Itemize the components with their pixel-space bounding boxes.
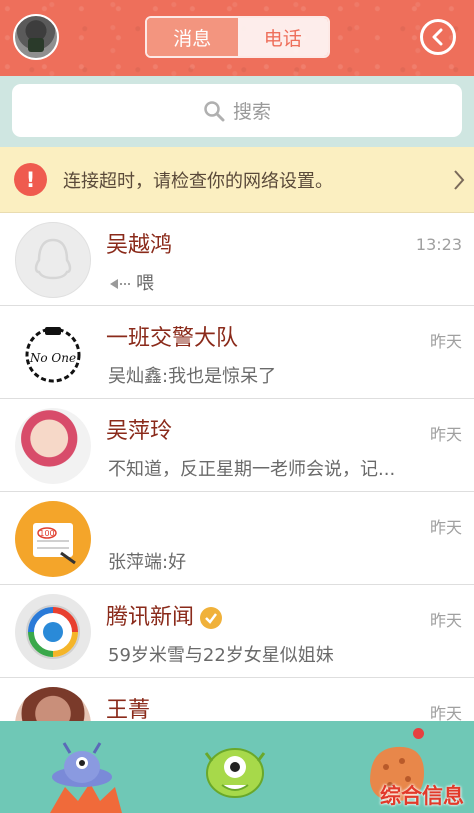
conversation-list: 吴越鸿 13:23 喂 No One 一班交警大队 昨天 吴灿鑫:我也是惊呆了 … [0, 213, 474, 771]
conversation-time: 昨天 [429, 518, 462, 537]
qq-default-avatar [15, 222, 91, 298]
messages-tab[interactable] [30, 721, 150, 813]
conversation-row[interactable]: 吴萍玲 昨天 不知道，反正星期一老师会说，记... [0, 399, 474, 492]
notice-text: 连接超时，请检查你的网络设置。 [63, 170, 333, 192]
tab-phone[interactable]: 电话 [237, 18, 328, 56]
alert-icon: ! [14, 163, 47, 196]
conversation-row[interactable]: 腾讯新闻 昨天 59岁米雪与22岁女星似姐妹 [0, 585, 474, 678]
conversation-name: 王菁 [106, 698, 151, 723]
chevron-right-icon [444, 169, 474, 191]
notebook-avatar: 100 [15, 501, 91, 577]
contacts-tab[interactable] [180, 721, 300, 813]
watermark: 综合信息 [380, 784, 464, 808]
my-avatar[interactable] [13, 14, 59, 60]
conversation-name: 吴萍玲 [106, 419, 173, 444]
search-area: 搜索 [0, 76, 474, 147]
conversation-name: 吴越鸿 [106, 233, 173, 258]
conversation-time: 昨天 [429, 332, 462, 351]
conversation-name-text: 腾讯新闻 [106, 605, 195, 630]
search-input[interactable]: 搜索 [12, 84, 462, 137]
conversation-row[interactable]: 吴越鸿 13:23 喂 [0, 213, 474, 306]
notification-badge [413, 728, 424, 739]
conversation-name: 一班交警大队 [106, 326, 239, 351]
conversation-message: 吴灿鑫:我也是惊呆了 [108, 366, 277, 387]
search-icon [204, 100, 225, 121]
conversation-row[interactable]: No One 一班交警大队 昨天 吴灿鑫:我也是惊呆了 [0, 306, 474, 399]
verified-icon [200, 607, 223, 629]
conversation-time: 昨天 [429, 425, 462, 444]
ufo-monster-icon [50, 742, 122, 813]
user-avatar [15, 408, 91, 484]
segment-control: 消息 电话 [145, 16, 330, 58]
conversation-message: 喂 [108, 269, 448, 295]
conversation-row[interactable]: 100 昨天 张萍端:好 [0, 492, 474, 585]
message-text: 喂 [136, 273, 154, 294]
conversation-time: 13:23 [415, 235, 462, 254]
conversation-message: 不知道，反正星期一老师会说，记... [108, 459, 396, 480]
tencent-news-avatar [15, 594, 91, 670]
conversation-name: 腾讯新闻 [106, 599, 223, 631]
search-placeholder: 搜索 [232, 101, 271, 123]
note-score-text: 100 [39, 529, 54, 538]
conversation-time: 昨天 [429, 611, 462, 630]
voice-call-icon [110, 279, 130, 289]
back-button[interactable] [420, 19, 456, 55]
tab-messages[interactable]: 消息 [147, 18, 238, 56]
group-avatar: No One [15, 315, 91, 391]
top-bar: 消息 电话 [0, 0, 474, 76]
conversation-message: 张萍端:好 [108, 552, 187, 573]
green-monster-icon [204, 748, 266, 798]
police-badge-text: No One [29, 351, 76, 365]
chevron-left-icon [432, 28, 443, 46]
conversation-message: 59岁米雪与22岁女星似姐妹 [108, 645, 334, 666]
network-notice[interactable]: ! 连接超时，请检查你的网络设置。 [0, 147, 474, 213]
